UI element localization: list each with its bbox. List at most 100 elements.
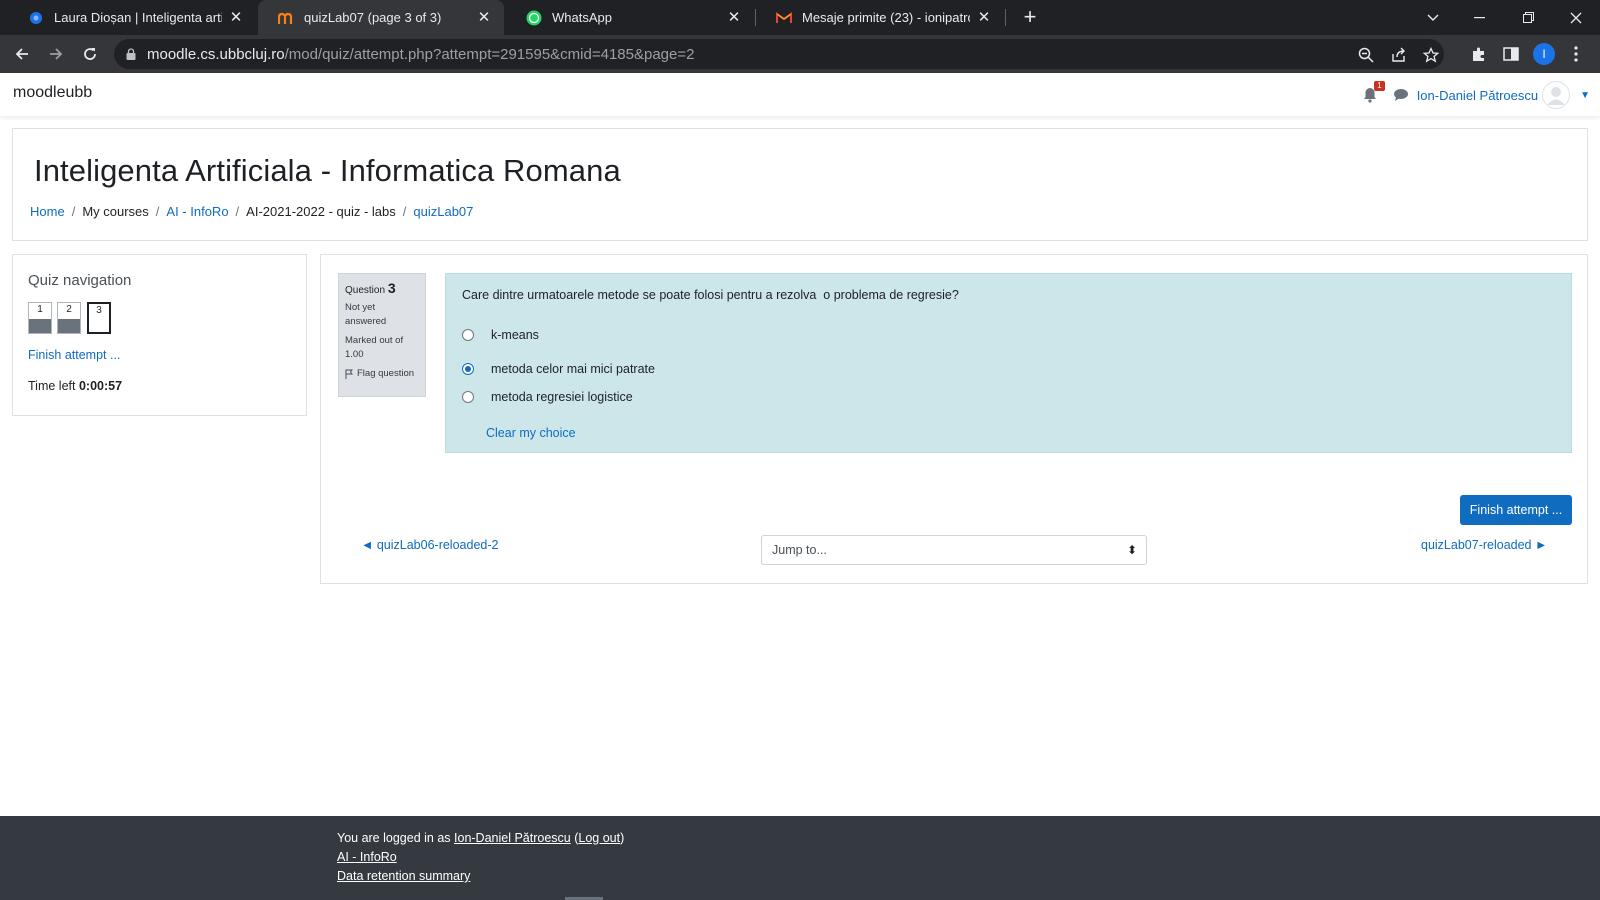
back-arrow-icon[interactable]	[10, 42, 34, 66]
question-status: Not yet answered	[345, 302, 387, 327]
notification-bell-icon[interactable]: 1	[1363, 81, 1385, 103]
quiz-navigation-title: Quiz navigation	[28, 272, 132, 289]
breadcrumb-separator: /	[402, 204, 407, 219]
moodle-navbar: moodleubb 1 Ion-Daniel Pătroescu ▼	[0, 73, 1600, 116]
tab-search-icon[interactable]	[1410, 0, 1456, 35]
breadcrumb-separator: /	[155, 204, 160, 219]
breadcrumb-quiz[interactable]: quizLab07	[413, 204, 473, 219]
page-header: Inteligenta Artificiala - Informatica Ro…	[12, 128, 1588, 241]
browser-tab-whatsapp[interactable]: WhatsApp ✕	[506, 0, 754, 35]
question-number: Question 3	[345, 280, 396, 296]
zoom-icon[interactable]	[1357, 46, 1375, 64]
quiz-main-region: Question 3 Not yet answered Marked out o…	[320, 254, 1588, 584]
moodle-favicon-icon	[278, 10, 294, 26]
breadcrumb-section: AI-2021-2022 - quiz - labs	[246, 204, 396, 219]
breadcrumb-my-courses: My courses	[82, 204, 149, 219]
forward-arrow-icon[interactable]	[44, 42, 68, 66]
jump-to-value: Jump to...	[772, 543, 827, 557]
clear-my-choice-link[interactable]: Clear my choice	[486, 426, 576, 440]
tab-title: quizLab07 (page 3 of 3)	[304, 10, 442, 25]
time-left-value: 0:00:57	[78, 379, 123, 393]
bookmark-star-icon[interactable]	[1422, 46, 1440, 64]
answer-radio-2[interactable]	[462, 363, 474, 375]
next-activity-link[interactable]: quizLab07-reloaded ►	[1421, 538, 1547, 552]
restore-window-icon[interactable]	[1505, 0, 1551, 35]
browser-tab-quiz[interactable]: quizLab07 (page 3 of 3) ✕	[258, 0, 504, 35]
extensions-puzzle-icon[interactable]	[1469, 44, 1489, 64]
more-menu-icon[interactable]	[1566, 44, 1586, 64]
answer-option-3[interactable]: metoda regresiei logistice	[462, 390, 633, 404]
footer-course-row: AI - InfoRo	[337, 850, 397, 864]
close-tab-icon[interactable]: ✕	[228, 9, 244, 26]
close-window-icon[interactable]	[1553, 0, 1599, 35]
whatsapp-favicon-icon	[526, 10, 542, 26]
tab-title: Laura Dioșan | Inteligenta artificia	[54, 10, 222, 25]
time-left-label: Time left	[28, 379, 76, 393]
time-left: Time left 0:00:57	[28, 379, 122, 393]
answer-option-1[interactable]: k-means	[462, 328, 539, 342]
browser-tab-gmail[interactable]: Mesaje primite (23) - ionipatroes ✕	[756, 0, 1004, 35]
logout-link[interactable]: Log out	[578, 831, 620, 845]
previous-activity-link[interactable]: ◄ quizLab06-reloaded-2	[361, 538, 498, 552]
breadcrumb-course[interactable]: AI - InfoRo	[166, 204, 228, 219]
user-avatar[interactable]	[1542, 81, 1571, 109]
answer-label-1: k-means	[491, 328, 539, 342]
browser-tab-course[interactable]: Laura Dioșan | Inteligenta artificia ✕	[8, 0, 256, 35]
footer-user-link[interactable]: Ion-Daniel Pătroescu	[454, 831, 571, 845]
answer-radio-1[interactable]	[462, 329, 474, 341]
finish-attempt-button[interactable]: Finish attempt ...	[1460, 495, 1572, 525]
reload-icon[interactable]	[78, 42, 102, 66]
tab-separator	[1005, 9, 1006, 26]
quiz-nav-question-1[interactable]: 1	[28, 302, 52, 334]
side-panel-icon[interactable]	[1501, 44, 1521, 64]
page-footer: You are logged in as Ion-Daniel Pătroesc…	[0, 816, 1600, 900]
close-tab-icon[interactable]: ✕	[726, 9, 742, 26]
question-info-panel: Question 3 Not yet answered Marked out o…	[338, 273, 426, 397]
answer-radio-3[interactable]	[462, 391, 474, 403]
answer-option-2[interactable]: metoda celor mai mici patrate	[462, 362, 655, 376]
close-tab-icon[interactable]: ✕	[476, 9, 492, 26]
address-bar[interactable]: moodle.cs.ubbcluj.ro/mod/quiz/attempt.ph…	[114, 39, 1444, 69]
tab-title: Mesaje primite (23) - ionipatroes	[802, 10, 970, 25]
question-content: Care dintre urmatoarele metode se poate …	[445, 273, 1572, 453]
select-arrows-icon: ⬍	[1126, 543, 1137, 557]
footer-data-retention-row: Data retention summary	[337, 869, 470, 883]
breadcrumb-separator: /	[235, 204, 240, 219]
profile-avatar[interactable]: I	[1533, 43, 1555, 65]
data-retention-link[interactable]: Data retention summary	[337, 869, 470, 883]
messages-chat-icon[interactable]	[1393, 88, 1409, 102]
user-menu-caret-icon[interactable]: ▼	[1580, 90, 1590, 101]
close-tab-icon[interactable]: ✕	[976, 9, 992, 26]
notification-count-badge: 1	[1374, 81, 1385, 91]
quiz-nav-question-2[interactable]: 2	[57, 302, 81, 334]
jump-to-select[interactable]: Jump to... ⬍	[761, 535, 1147, 565]
browser-tab-strip: Laura Dioșan | Inteligenta artificia ✕ q…	[0, 0, 1600, 35]
new-tab-button[interactable]: +	[1018, 6, 1042, 30]
answer-label-2: metoda celor mai mici patrate	[491, 362, 655, 376]
flag-icon	[345, 369, 353, 379]
user-menu-name[interactable]: Ion-Daniel Pătroescu	[1417, 88, 1538, 103]
flag-question-link[interactable]: Flag question	[345, 368, 419, 379]
user-navigation: 1 Ion-Daniel Pătroescu ▼	[1363, 81, 1590, 109]
question-text: Care dintre urmatoarele metode se poate …	[462, 288, 959, 302]
answer-label-3: metoda regresiei logistice	[491, 390, 633, 404]
url-text: moodle.cs.ubbcluj.ro/mod/quiz/attempt.ph…	[147, 45, 695, 63]
question-grade: Marked out of 1.00	[345, 335, 404, 360]
login-info: You are logged in as Ion-Daniel Pătroesc…	[337, 831, 625, 845]
lock-icon	[126, 48, 136, 60]
browser-toolbar: moodle.cs.ubbcluj.ro/mod/quiz/attempt.ph…	[0, 35, 1600, 73]
share-icon[interactable]	[1390, 46, 1408, 64]
course-favicon-icon	[28, 10, 44, 26]
site-brand[interactable]: moodleubb	[13, 84, 92, 102]
breadcrumb-home[interactable]: Home	[30, 204, 65, 219]
breadcrumb-separator: /	[71, 204, 76, 219]
finish-attempt-link[interactable]: Finish attempt ...	[28, 348, 120, 362]
course-title: Inteligenta Artificiala - Informatica Ro…	[34, 153, 621, 188]
breadcrumb: Home / My courses / AI - InfoRo / AI-202…	[30, 204, 473, 219]
minimize-window-icon[interactable]	[1456, 0, 1502, 35]
footer-course-link[interactable]: AI - InfoRo	[337, 850, 397, 864]
quiz-navigation-block: Quiz navigation 1 2 3 Finish attempt ...…	[12, 254, 307, 416]
tab-title: WhatsApp	[552, 10, 612, 25]
gmail-favicon-icon	[776, 10, 792, 26]
quiz-nav-question-3[interactable]: 3	[87, 302, 111, 334]
